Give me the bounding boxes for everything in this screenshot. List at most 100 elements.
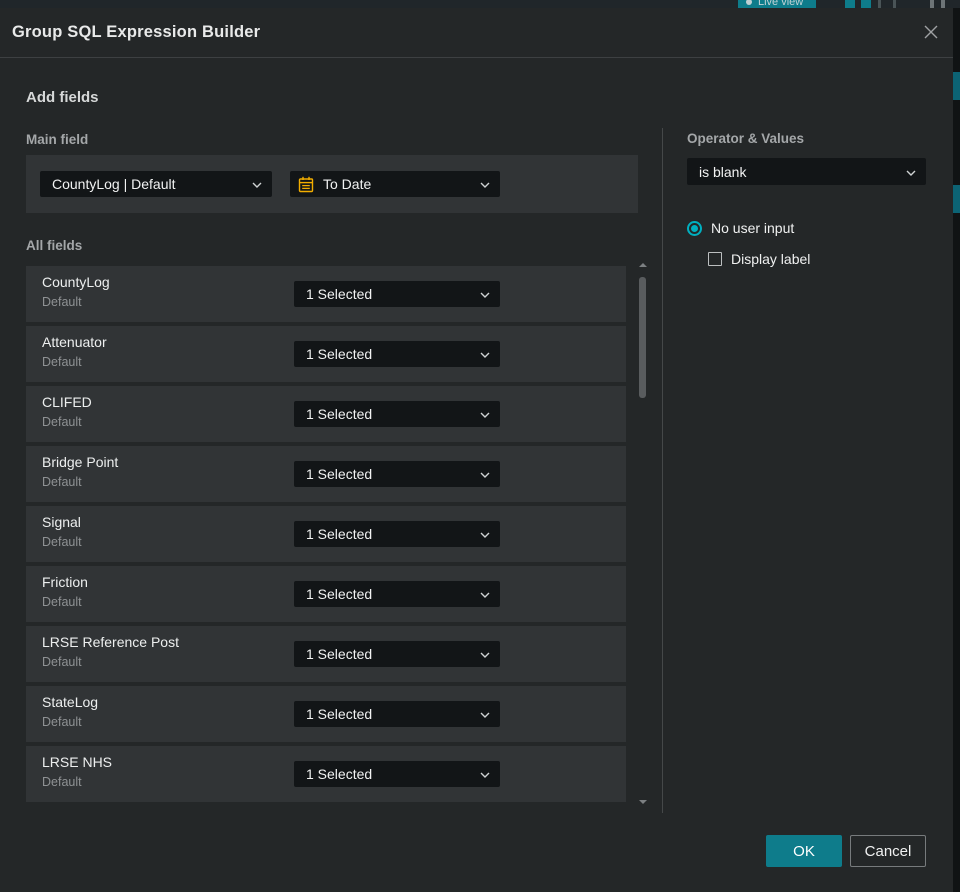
field-row: Bridge Point Default 1 Selected bbox=[26, 446, 626, 502]
toolbar-divider bbox=[893, 0, 896, 8]
chevron-down-icon bbox=[480, 405, 490, 423]
sidebar-accent-block bbox=[953, 72, 960, 100]
field-selected-value: 1 Selected bbox=[306, 766, 373, 782]
field-name: CountyLog bbox=[42, 274, 110, 290]
chevron-down-icon bbox=[480, 285, 490, 303]
panel-divider bbox=[662, 128, 663, 813]
field-subtitle: Default bbox=[42, 775, 82, 789]
operator-dropdown[interactable]: is blank bbox=[687, 158, 926, 185]
field-subtitle: Default bbox=[42, 295, 82, 309]
toolbar-icon[interactable] bbox=[845, 0, 855, 8]
pause-icon[interactable] bbox=[930, 0, 934, 8]
chevron-down-icon bbox=[480, 705, 490, 723]
field-name: Attenuator bbox=[42, 334, 107, 350]
chevron-down-icon bbox=[480, 585, 490, 603]
sidebar-accent-block bbox=[953, 185, 960, 213]
live-view-button[interactable]: Live view bbox=[738, 0, 816, 8]
field-row: CLIFED Default 1 Selected bbox=[26, 386, 626, 442]
live-view-label: Live view bbox=[758, 0, 804, 8]
no-user-input-radio[interactable]: No user input bbox=[687, 220, 794, 236]
chevron-down-icon bbox=[480, 525, 490, 543]
chevron-down-icon bbox=[480, 645, 490, 663]
main-field-panel: CountyLog | Default To Date bbox=[26, 155, 638, 213]
header-divider bbox=[0, 57, 953, 58]
scroll-up-icon[interactable] bbox=[638, 262, 647, 268]
field-name: StateLog bbox=[42, 694, 99, 710]
field-row: Signal Default 1 Selected bbox=[26, 506, 626, 562]
field-subtitle: Default bbox=[42, 355, 82, 369]
close-icon[interactable] bbox=[921, 22, 941, 42]
dialog-header: Group SQL Expression Builder bbox=[0, 8, 953, 57]
background-app-sidebar bbox=[953, 8, 960, 892]
field-selected-value: 1 Selected bbox=[306, 346, 373, 362]
main-field-value: CountyLog | Default bbox=[52, 176, 176, 192]
display-label-checkbox[interactable]: Display label bbox=[708, 251, 810, 267]
field-row: Friction Default 1 Selected bbox=[26, 566, 626, 622]
chevron-down-icon bbox=[480, 465, 490, 483]
field-subtitle: Default bbox=[42, 595, 82, 609]
field-type-value: To Date bbox=[323, 176, 372, 192]
operator-value: is blank bbox=[699, 163, 747, 180]
field-subtitle: Default bbox=[42, 715, 82, 729]
field-name: Friction bbox=[42, 574, 88, 590]
toolbar-divider bbox=[878, 0, 881, 8]
field-name: Bridge Point bbox=[42, 454, 119, 470]
chevron-down-icon bbox=[480, 345, 490, 363]
field-selected-dropdown[interactable]: 1 Selected bbox=[294, 521, 500, 547]
field-row: Attenuator Default 1 Selected bbox=[26, 326, 626, 382]
field-selected-dropdown[interactable]: 1 Selected bbox=[294, 281, 500, 307]
radio-label: No user input bbox=[711, 220, 795, 236]
cancel-button[interactable]: Cancel bbox=[850, 835, 926, 867]
chevron-down-icon bbox=[906, 163, 916, 181]
field-row: LRSE Reference Post Default 1 Selected bbox=[26, 626, 626, 682]
field-name: LRSE NHS bbox=[42, 754, 113, 770]
field-type-dropdown[interactable]: To Date bbox=[290, 171, 500, 197]
field-selected-value: 1 Selected bbox=[306, 286, 373, 302]
field-selected-dropdown[interactable]: 1 Selected bbox=[294, 461, 500, 487]
group-sql-expression-builder-dialog: Group SQL Expression Builder Add fields … bbox=[0, 8, 953, 892]
field-selected-value: 1 Selected bbox=[306, 526, 373, 542]
all-fields-label: All fields bbox=[26, 238, 83, 253]
field-subtitle: Default bbox=[42, 475, 82, 489]
live-dot-icon bbox=[746, 0, 752, 5]
field-row: CountyLog Default 1 Selected bbox=[26, 266, 626, 322]
field-selected-dropdown[interactable]: 1 Selected bbox=[294, 761, 500, 787]
field-row: LRSE NHS Default 1 Selected bbox=[26, 746, 626, 802]
operator-values-label: Operator & Values bbox=[687, 131, 805, 146]
chevron-down-icon bbox=[480, 765, 490, 783]
field-selected-value: 1 Selected bbox=[306, 646, 373, 662]
field-subtitle: Default bbox=[42, 655, 82, 669]
field-selected-dropdown[interactable]: 1 Selected bbox=[294, 581, 500, 607]
pause-icon[interactable] bbox=[941, 0, 945, 8]
field-selected-value: 1 Selected bbox=[306, 586, 373, 602]
field-selected-value: 1 Selected bbox=[306, 406, 373, 422]
dialog-title: Group SQL Expression Builder bbox=[12, 23, 261, 41]
field-selected-value: 1 Selected bbox=[306, 466, 373, 482]
field-selected-dropdown[interactable]: 1 Selected bbox=[294, 341, 500, 367]
chevron-down-icon bbox=[252, 175, 262, 193]
background-app-topbar: Live view bbox=[0, 0, 960, 8]
field-selected-dropdown[interactable]: 1 Selected bbox=[294, 641, 500, 667]
chevron-down-icon bbox=[480, 175, 490, 193]
scroll-down-icon[interactable] bbox=[638, 799, 647, 805]
field-row: StateLog Default 1 Selected bbox=[26, 686, 626, 742]
field-name: CLIFED bbox=[42, 394, 92, 410]
ok-button[interactable]: OK bbox=[766, 835, 842, 867]
all-fields-list: CountyLog Default 1 Selected Attenuator … bbox=[26, 266, 626, 806]
calendar-icon bbox=[298, 176, 314, 193]
main-field-label: Main field bbox=[26, 132, 89, 147]
radio-selected-icon bbox=[687, 220, 702, 236]
field-selected-dropdown[interactable]: 1 Selected bbox=[294, 701, 500, 727]
field-selected-value: 1 Selected bbox=[306, 706, 373, 722]
field-subtitle: Default bbox=[42, 535, 82, 549]
scrollbar-thumb[interactable] bbox=[639, 277, 646, 398]
field-subtitle: Default bbox=[42, 415, 82, 429]
main-field-dropdown[interactable]: CountyLog | Default bbox=[40, 171, 272, 197]
add-fields-heading: Add fields bbox=[26, 89, 99, 106]
field-name: Signal bbox=[42, 514, 81, 530]
field-selected-dropdown[interactable]: 1 Selected bbox=[294, 401, 500, 427]
field-name: LRSE Reference Post bbox=[42, 634, 179, 650]
checkbox-label: Display label bbox=[731, 251, 811, 267]
toolbar-icon[interactable] bbox=[861, 0, 871, 8]
checkbox-unchecked-icon bbox=[708, 252, 722, 266]
